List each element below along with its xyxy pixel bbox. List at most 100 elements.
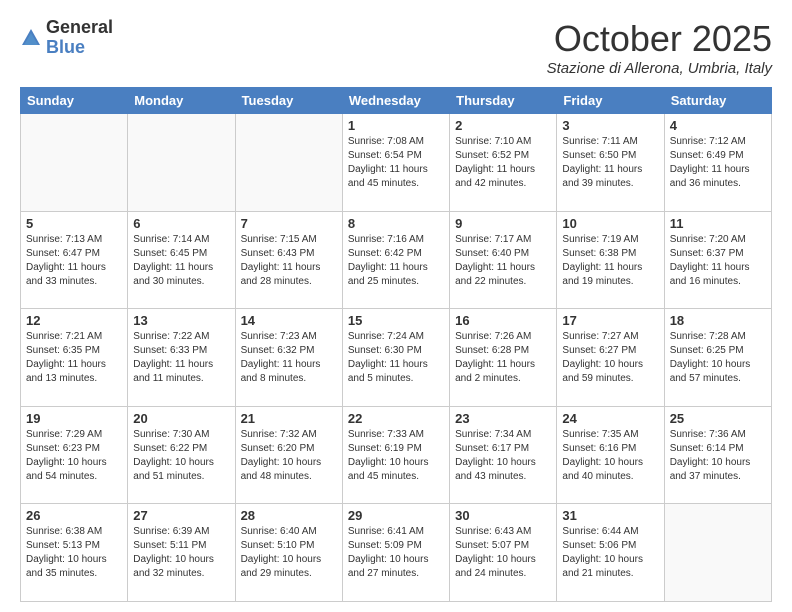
day-info: Sunrise: 7:30 AM Sunset: 6:22 PM Dayligh… (133, 428, 229, 484)
day-cell: 29 Sunrise: 6:41 AM Sunset: 5:09 PM Dayli… (342, 504, 449, 602)
day-number: 15 (348, 313, 444, 328)
day-cell: 9 Sunrise: 7:17 AM Sunset: 6:40 PM Daylig… (450, 211, 557, 309)
day-cell: 23 Sunrise: 7:34 AM Sunset: 6:17 PM Dayli… (450, 406, 557, 504)
day-cell: 5Sunrise: 7:13 AM Sunset: 6:47 PM Daylig… (21, 211, 128, 309)
weekday-header-row: SundayMondayTuesdayWednesdayThursdayFrid… (21, 88, 772, 114)
day-cell: 30Sunrise: 6:43 AM Sunset: 5:07 PM Dayli… (450, 504, 557, 602)
day-cell: 26Sunrise: 6:38 AM Sunset: 5:13 PM Dayli… (21, 504, 128, 602)
day-number: 21 (241, 411, 337, 426)
day-info: Sunrise: 7:15 AM Sunset: 6:43 PM Dayligh… (241, 233, 337, 289)
day-number: 31 (562, 508, 658, 523)
day-info: Sunrise: 7:26 AM Sunset: 6:28 PM Dayligh… (455, 330, 551, 386)
day-info: Sunrise: 7:14 AM Sunset: 6:45 PM Dayligh… (133, 233, 229, 289)
day-number: 25 (670, 411, 766, 426)
day-number: 11 (670, 216, 766, 231)
day-cell: 2 Sunrise: 7:10 AM Sunset: 6:52 PM Daylig… (450, 114, 557, 212)
day-number: 27 (133, 508, 229, 523)
day-info: Sunrise: 7:16 AM Sunset: 6:42 PM Dayligh… (348, 233, 444, 289)
week-row-3: 19Sunrise: 7:29 AM Sunset: 6:23 PM Dayli… (21, 406, 772, 504)
day-number: 3 (562, 118, 658, 133)
logo: General Blue (20, 18, 113, 58)
day-number: 29 (348, 508, 444, 523)
logo-text: General Blue (46, 18, 113, 58)
day-cell: 25 Sunrise: 7:36 AM Sunset: 6:14 PM Dayli… (664, 406, 771, 504)
day-cell: 20 Sunrise: 7:30 AM Sunset: 6:22 PM Dayli… (128, 406, 235, 504)
day-number: 30 (455, 508, 551, 523)
day-info: Sunrise: 7:22 AM Sunset: 6:33 PM Dayligh… (133, 330, 229, 386)
page: General Blue October 2025 Stazione di Al… (0, 0, 792, 612)
day-number: 26 (26, 508, 122, 523)
day-number: 23 (455, 411, 551, 426)
day-number: 4 (670, 118, 766, 133)
day-cell: 1 Sunrise: 7:08 AM Sunset: 6:54 PM Daylig… (342, 114, 449, 212)
day-cell (235, 114, 342, 212)
day-info: Sunrise: 6:44 AM Sunset: 5:06 PM Dayligh… (562, 525, 658, 581)
day-number: 2 (455, 118, 551, 133)
day-info: Sunrise: 6:40 AM Sunset: 5:10 PM Dayligh… (241, 525, 337, 581)
day-info: Sunrise: 7:29 AM Sunset: 6:23 PM Dayligh… (26, 428, 122, 484)
day-info: Sunrise: 7:34 AM Sunset: 6:17 PM Dayligh… (455, 428, 551, 484)
weekday-header-saturday: Saturday (664, 88, 771, 114)
weekday-header-sunday: Sunday (21, 88, 128, 114)
day-cell: 14Sunrise: 7:23 AM Sunset: 6:32 PM Dayli… (235, 309, 342, 407)
day-cell: 24 Sunrise: 7:35 AM Sunset: 6:16 PM Dayli… (557, 406, 664, 504)
day-info: Sunrise: 7:28 AM Sunset: 6:25 PM Dayligh… (670, 330, 766, 386)
day-info: Sunrise: 7:10 AM Sunset: 6:52 PM Dayligh… (455, 135, 551, 191)
calendar-table: SundayMondayTuesdayWednesdayThursdayFrid… (20, 87, 772, 602)
day-number: 9 (455, 216, 551, 231)
day-info: Sunrise: 7:33 AM Sunset: 6:19 PM Dayligh… (348, 428, 444, 484)
day-info: Sunrise: 7:08 AM Sunset: 6:54 PM Dayligh… (348, 135, 444, 191)
day-info: Sunrise: 7:36 AM Sunset: 6:14 PM Dayligh… (670, 428, 766, 484)
day-number: 28 (241, 508, 337, 523)
day-info: Sunrise: 6:39 AM Sunset: 5:11 PM Dayligh… (133, 525, 229, 581)
day-info: Sunrise: 7:11 AM Sunset: 6:50 PM Dayligh… (562, 135, 658, 191)
day-info: Sunrise: 7:12 AM Sunset: 6:49 PM Dayligh… (670, 135, 766, 191)
day-number: 24 (562, 411, 658, 426)
day-cell: 19Sunrise: 7:29 AM Sunset: 6:23 PM Dayli… (21, 406, 128, 504)
day-cell: 21 Sunrise: 7:32 AM Sunset: 6:20 PM Dayli… (235, 406, 342, 504)
day-cell: 10 Sunrise: 7:19 AM Sunset: 6:38 PM Dayli… (557, 211, 664, 309)
header: General Blue October 2025 Stazione di Al… (20, 18, 772, 77)
week-row-0: 1 Sunrise: 7:08 AM Sunset: 6:54 PM Daylig… (21, 114, 772, 212)
logo-blue: Blue (46, 37, 85, 57)
day-info: Sunrise: 7:17 AM Sunset: 6:40 PM Dayligh… (455, 233, 551, 289)
weekday-header-monday: Monday (128, 88, 235, 114)
weekday-header-friday: Friday (557, 88, 664, 114)
day-number: 1 (348, 118, 444, 133)
day-info: Sunrise: 7:27 AM Sunset: 6:27 PM Dayligh… (562, 330, 658, 386)
day-number: 14 (241, 313, 337, 328)
day-cell: 7 Sunrise: 7:15 AM Sunset: 6:43 PM Daylig… (235, 211, 342, 309)
day-cell (21, 114, 128, 212)
day-cell: 12Sunrise: 7:21 AM Sunset: 6:35 PM Dayli… (21, 309, 128, 407)
day-cell: 17Sunrise: 7:27 AM Sunset: 6:27 PM Dayli… (557, 309, 664, 407)
day-info: Sunrise: 6:41 AM Sunset: 5:09 PM Dayligh… (348, 525, 444, 581)
day-cell: 3 Sunrise: 7:11 AM Sunset: 6:50 PM Daylig… (557, 114, 664, 212)
day-cell: 13 Sunrise: 7:22 AM Sunset: 6:33 PM Dayli… (128, 309, 235, 407)
day-info: Sunrise: 7:19 AM Sunset: 6:38 PM Dayligh… (562, 233, 658, 289)
day-info: Sunrise: 7:32 AM Sunset: 6:20 PM Dayligh… (241, 428, 337, 484)
day-info: Sunrise: 7:35 AM Sunset: 6:16 PM Dayligh… (562, 428, 658, 484)
week-row-1: 5Sunrise: 7:13 AM Sunset: 6:47 PM Daylig… (21, 211, 772, 309)
weekday-header-wednesday: Wednesday (342, 88, 449, 114)
day-number: 10 (562, 216, 658, 231)
day-cell: 16 Sunrise: 7:26 AM Sunset: 6:28 PM Dayli… (450, 309, 557, 407)
day-info: Sunrise: 7:13 AM Sunset: 6:47 PM Dayligh… (26, 233, 122, 289)
week-row-4: 26Sunrise: 6:38 AM Sunset: 5:13 PM Dayli… (21, 504, 772, 602)
day-number: 7 (241, 216, 337, 231)
day-cell: 28 Sunrise: 6:40 AM Sunset: 5:10 PM Dayli… (235, 504, 342, 602)
day-cell (664, 504, 771, 602)
weekday-header-tuesday: Tuesday (235, 88, 342, 114)
logo-icon (20, 27, 42, 49)
day-cell (128, 114, 235, 212)
month-title: October 2025 (547, 18, 772, 60)
day-cell: 11Sunrise: 7:20 AM Sunset: 6:37 PM Dayli… (664, 211, 771, 309)
location: Stazione di Allerona, Umbria, Italy (547, 60, 772, 77)
day-cell: 22Sunrise: 7:33 AM Sunset: 6:19 PM Dayli… (342, 406, 449, 504)
day-number: 6 (133, 216, 229, 231)
day-cell: 18Sunrise: 7:28 AM Sunset: 6:25 PM Dayli… (664, 309, 771, 407)
day-number: 13 (133, 313, 229, 328)
day-number: 20 (133, 411, 229, 426)
day-number: 16 (455, 313, 551, 328)
day-info: Sunrise: 7:24 AM Sunset: 6:30 PM Dayligh… (348, 330, 444, 386)
day-cell: 4 Sunrise: 7:12 AM Sunset: 6:49 PM Daylig… (664, 114, 771, 212)
